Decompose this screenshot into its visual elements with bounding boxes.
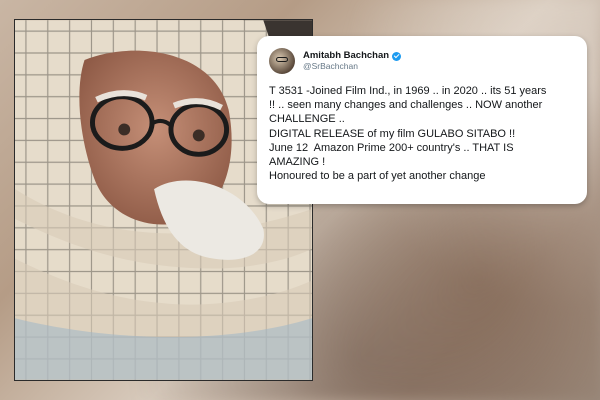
tweet-line: CHALLENGE .. — [269, 113, 345, 126]
tweet-line: June 12 Amazon Prime 200+ country's .. T… — [269, 141, 514, 154]
author-info: Amitabh Bachchan @SrBachchan — [303, 50, 402, 72]
display-name[interactable]: Amitabh Bachchan — [303, 50, 389, 62]
tweet-line: !! .. seen many changes and challenges .… — [269, 99, 543, 112]
tweet-body: T 3531 -Joined Film Ind., in 1969 .. in … — [269, 84, 577, 183]
tweet-line: T 3531 -Joined Film Ind., in 1969 .. in … — [269, 85, 547, 97]
tweet-line: AMAZING ! — [269, 156, 326, 169]
handle[interactable]: @SrBachchan — [303, 61, 401, 72]
avatar[interactable] — [269, 48, 295, 74]
tweet-line: DIGITAL RELEASE of my film GULABO SITABO… — [269, 127, 516, 140]
display-name-row: Amitabh Bachchan — [303, 50, 402, 62]
tweet-line: Honoured to be a part of yet another cha… — [269, 170, 486, 183]
tweet-card: Amitabh Bachchan @SrBachchan T 3531 -Joi… — [257, 36, 587, 204]
verified-badge-icon — [392, 51, 402, 61]
tweet-header: Amitabh Bachchan @SrBachchan — [269, 46, 577, 76]
